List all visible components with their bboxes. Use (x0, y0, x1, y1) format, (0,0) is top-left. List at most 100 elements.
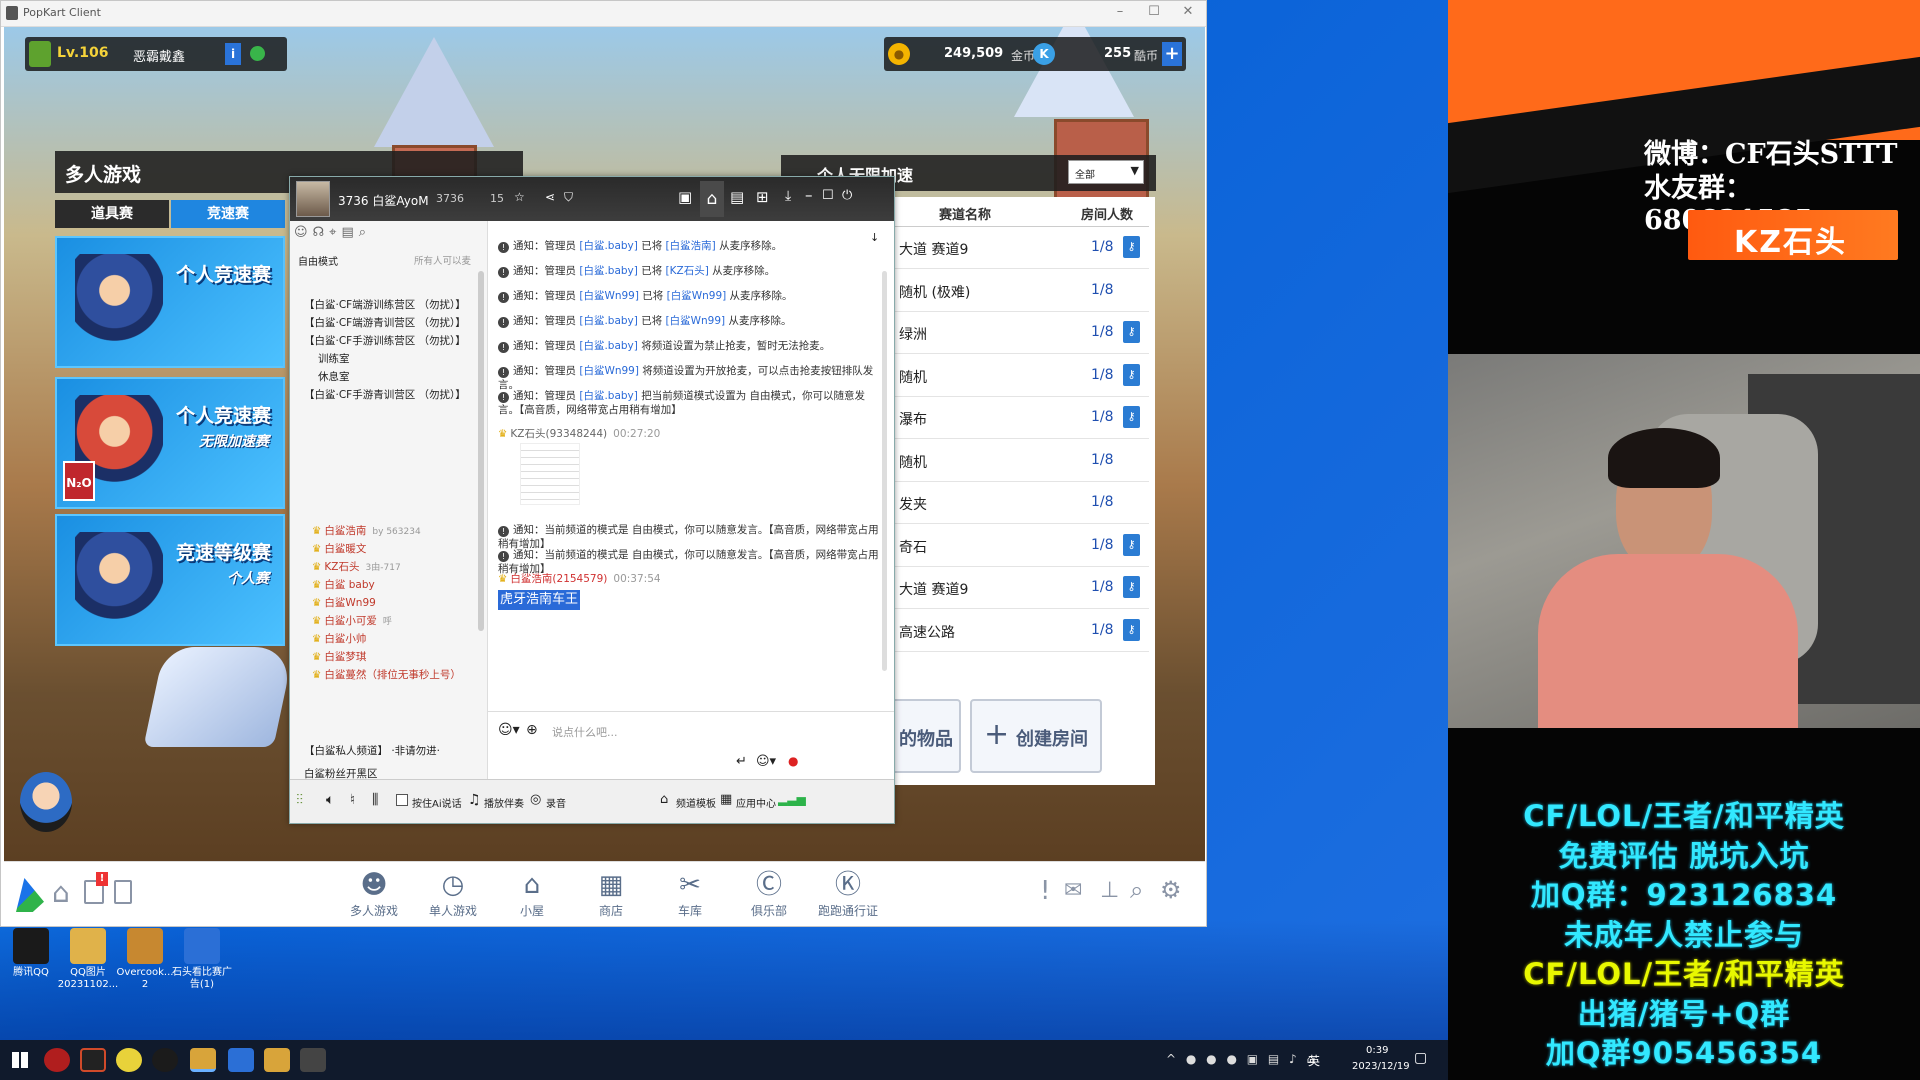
taskbar-app-icon[interactable] (80, 1048, 106, 1072)
member-item[interactable]: ♛ 白鲨小可爱呼 (312, 613, 392, 628)
microphone-icon[interactable]: ♮ (350, 792, 355, 808)
notice-user[interactable]: [白鲨.baby] (579, 240, 638, 252)
template-label[interactable]: 频道模板 (676, 795, 716, 810)
document-icon[interactable] (114, 880, 132, 904)
clock-time[interactable]: 0:39 (1366, 1045, 1388, 1056)
sub-channel-item[interactable]: 【白鲨私人频道】 ·非请勿进· (304, 743, 440, 758)
star-icon[interactable]: ☆ (514, 190, 525, 204)
tab-speed-race[interactable]: 竞速赛 (171, 200, 285, 228)
room-row[interactable]: 瀑布 1/8 ⚷ (895, 397, 1149, 439)
channel-item[interactable]: 【白鲨·CF端游青训营区 （勿扰）】 (304, 315, 466, 330)
record-label[interactable]: 录音 (546, 795, 566, 810)
tray-icons[interactable]: ^ ● ● ● ▣ ▤ ♪ ⌂ (1166, 1052, 1317, 1066)
notice-target[interactable]: [白鲨Wn99] (667, 290, 727, 302)
share-icon[interactable]: ⋖ (545, 190, 555, 204)
chat-message-text[interactable]: 虎牙浩南车王 (498, 590, 581, 610)
member-item[interactable]: ♛ 白鲨小帅 (312, 631, 366, 646)
channel-scrollbar[interactable] (478, 271, 484, 631)
mode-card-speed[interactable]: 个人竞速赛 (55, 236, 285, 368)
room-filter-select[interactable]: 全部 ▼ (1068, 160, 1144, 184)
minimize-icon[interactable]: – (805, 186, 813, 204)
download-icon[interactable]: ⤓ (785, 188, 791, 204)
restore-icon[interactable]: ☐ (822, 188, 834, 203)
gamepad-icon[interactable]: ⊞ (756, 188, 769, 206)
desktop-icon[interactable]: 石头看比赛广告(1) (171, 928, 233, 991)
taskbar-app-icon[interactable] (228, 1048, 254, 1072)
kart-logo-icon[interactable] (16, 878, 44, 912)
tab-item-race[interactable]: 道具赛 (55, 200, 169, 228)
recharge-plus-button[interactable]: + (1162, 42, 1182, 66)
app-center-label[interactable]: 应用中心 (736, 795, 776, 810)
nav-multiplayer[interactable]: ☻ 多人游戏 (344, 866, 404, 924)
shield-icon[interactable]: ⛉ (564, 190, 573, 205)
channel-item[interactable]: 休息室 (318, 369, 350, 384)
member-item[interactable]: ♛ 白鲨浩南 by 563234 (312, 523, 421, 538)
screen-share-icon[interactable]: ▣ (678, 188, 692, 206)
member-item[interactable]: ♛ KZ石头 3由-717 (312, 559, 401, 574)
nav-pass[interactable]: Ⓚ 跑跑通行证 (818, 866, 878, 924)
create-room-button[interactable]: + 创建房间 (970, 699, 1102, 773)
mode-card-ranked[interactable]: 竞速等级赛 个人赛 (55, 514, 285, 646)
room-row[interactable]: 绿洲 1/8 ⚷ (895, 312, 1149, 354)
send-enter-icon[interactable]: ↵ (736, 754, 747, 769)
clock-date[interactable]: 2023/12/19 (1352, 1061, 1410, 1072)
member-item[interactable]: ♛ 白鲨暖文 (312, 541, 366, 556)
channel-item[interactable]: 【白鲨·CF端游训练营区 （勿扰）】 (304, 297, 466, 312)
window-titlebar[interactable]: PopKart Client – ☐ ✕ (1, 1, 1206, 27)
close-button[interactable]: ✕ (1175, 4, 1201, 22)
notice-user[interactable]: [白鲨Wn99] (579, 290, 639, 302)
channel-item[interactable]: 【白鲨·CF手游青训营区 （勿扰）】 (304, 387, 466, 402)
my-items-button[interactable]: 的物品 (895, 699, 961, 773)
room-row[interactable]: 大道 赛道9 1/8 ⚷ (895, 227, 1149, 269)
mic-record-icon[interactable]: ● (788, 754, 798, 768)
room-row[interactable]: 大道 赛道9 1/8 ⚷ (895, 567, 1149, 609)
nav-club[interactable]: Ⓒ 俱乐部 (739, 866, 799, 924)
notice-user[interactable]: [白鲨.baby] (579, 340, 638, 352)
headset-icon[interactable]: ☊ (313, 225, 330, 240)
room-row[interactable]: 随机 (极难) 1/8 (895, 270, 1149, 312)
notice-target[interactable]: [白鲨浩南] (666, 240, 716, 252)
home-icon[interactable]: ⌂ (700, 181, 724, 217)
voice-msg-icon[interactable]: ☺▾ (756, 754, 776, 769)
home-icon[interactable]: ⌂ (52, 876, 70, 909)
chat-bubble-icon[interactable]: ✉ (1064, 878, 1082, 903)
notice-user[interactable]: [白鲨.baby] (579, 315, 638, 327)
character-avatar[interactable] (20, 772, 72, 832)
mode-card-speed-infinite[interactable]: 个人竞速赛 无限加速赛 N₂O (55, 377, 285, 509)
taskbar-app-icon[interactable] (264, 1048, 290, 1072)
search-icon[interactable]: ⌕ (1130, 876, 1143, 904)
signpost-icon[interactable]: ⊥ (1100, 878, 1119, 903)
channel-item[interactable]: 训练室 (318, 351, 350, 366)
taskbar-app-icon[interactable] (44, 1048, 70, 1072)
press-talk-checkbox[interactable] (396, 794, 408, 806)
user-icon[interactable]: ☺ (294, 225, 313, 240)
minimize-button[interactable]: – (1107, 4, 1133, 22)
channel-item[interactable]: 【白鲨·CF手游训练营区 （勿扰）】 (304, 333, 466, 348)
room-row[interactable]: 随机 1/8 ⚷ (895, 355, 1149, 397)
notice-user[interactable]: [白鲨Wn99] (579, 365, 639, 377)
scroll-thumb[interactable] (882, 271, 887, 671)
notice-target[interactable]: [KZ石头] (666, 265, 709, 277)
taskbar-app-icon[interactable] (152, 1048, 178, 1072)
room-row[interactable]: 高速公路 1/8 ⚷ (895, 610, 1149, 652)
post-sender[interactable]: KZ石头(93348244) (510, 428, 607, 440)
nav-shop[interactable]: ▦ 商店 (581, 866, 641, 924)
power-icon[interactable]: ⏻ (842, 188, 852, 203)
search-icon[interactable]: ⌕ (359, 225, 371, 240)
speaker-icon[interactable]: 🔈︎ (326, 792, 334, 808)
nav-house[interactable]: ⌂ 小屋 (502, 866, 562, 924)
taskbar-app-icon[interactable] (300, 1048, 326, 1072)
music-label[interactable]: 播放伴奏 (484, 795, 524, 810)
board-icon[interactable]: ▤ (730, 188, 744, 206)
room-row[interactable]: 发夹 1/8 (895, 482, 1149, 524)
settings-gear-icon[interactable]: ⚙ (1160, 876, 1182, 904)
notice-target[interactable]: [白鲨Wn99] (666, 315, 726, 327)
chat-input[interactable]: 说点什么吧... (552, 724, 618, 740)
notice-user[interactable]: [白鲨.baby] (579, 265, 638, 277)
notification-icon[interactable]: ▢ (1414, 1050, 1427, 1066)
room-row[interactable]: 随机 1/8 (895, 440, 1149, 482)
channel-avatar[interactable] (296, 181, 330, 217)
info-button[interactable]: i (225, 43, 241, 65)
notice-icon[interactable]: ! (1040, 876, 1050, 906)
notice-user[interactable]: [白鲨.baby] (579, 390, 638, 402)
